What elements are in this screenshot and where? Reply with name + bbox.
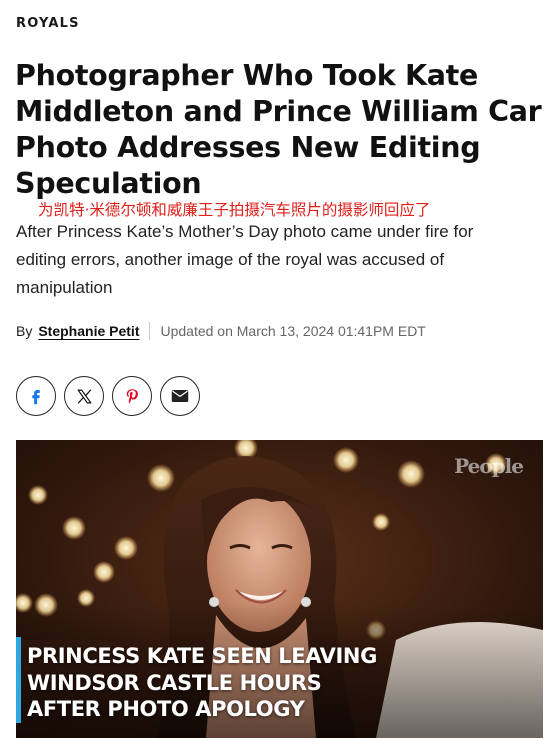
category-label[interactable]: ROYALS <box>16 16 80 31</box>
x-share-button[interactable] <box>64 376 104 416</box>
headline-translation: 为凯特·米德尔顿和威廉王子拍摄汽车照片的摄影师回应了 <box>38 201 431 219</box>
article-subheading: After Princess Kate’s Mother’s Day photo… <box>16 222 474 297</box>
facebook-share-button[interactable] <box>16 376 56 416</box>
pinterest-icon <box>126 389 138 404</box>
caption-line: PRINCESS KATE SEEN LEAVING <box>27 644 377 668</box>
x-icon <box>77 388 91 404</box>
video-caption: PRINCESS KATE SEEN LEAVING WINDSOR CASTL… <box>27 643 427 723</box>
byline: By Stephanie Petit Updated on March 13, … <box>16 321 426 341</box>
envelope-icon <box>171 390 189 402</box>
byline-prefix: By <box>16 323 33 339</box>
caption-line: WINDSOR CASTLE HOURS <box>27 670 322 695</box>
author-link[interactable]: Stephanie Petit <box>38 323 139 339</box>
share-buttons <box>16 376 200 416</box>
caption-line: AFTER PHOTO APOLOGY <box>27 697 305 721</box>
pinterest-share-button[interactable] <box>112 376 152 416</box>
article-headline: Photographer Who Took Kate Middleton and… <box>15 59 542 200</box>
facebook-icon <box>32 390 40 405</box>
byline-divider <box>149 322 151 340</box>
caption-accent-bar <box>16 637 21 723</box>
hero-video-thumbnail[interactable]: People PRINCESS KATE SEEN LEAVING WINDSO… <box>16 440 543 738</box>
people-watermark: People <box>454 454 524 478</box>
updated-timestamp: Updated on March 13, 2024 01:41PM EDT <box>160 323 426 339</box>
email-share-button[interactable] <box>160 376 200 416</box>
